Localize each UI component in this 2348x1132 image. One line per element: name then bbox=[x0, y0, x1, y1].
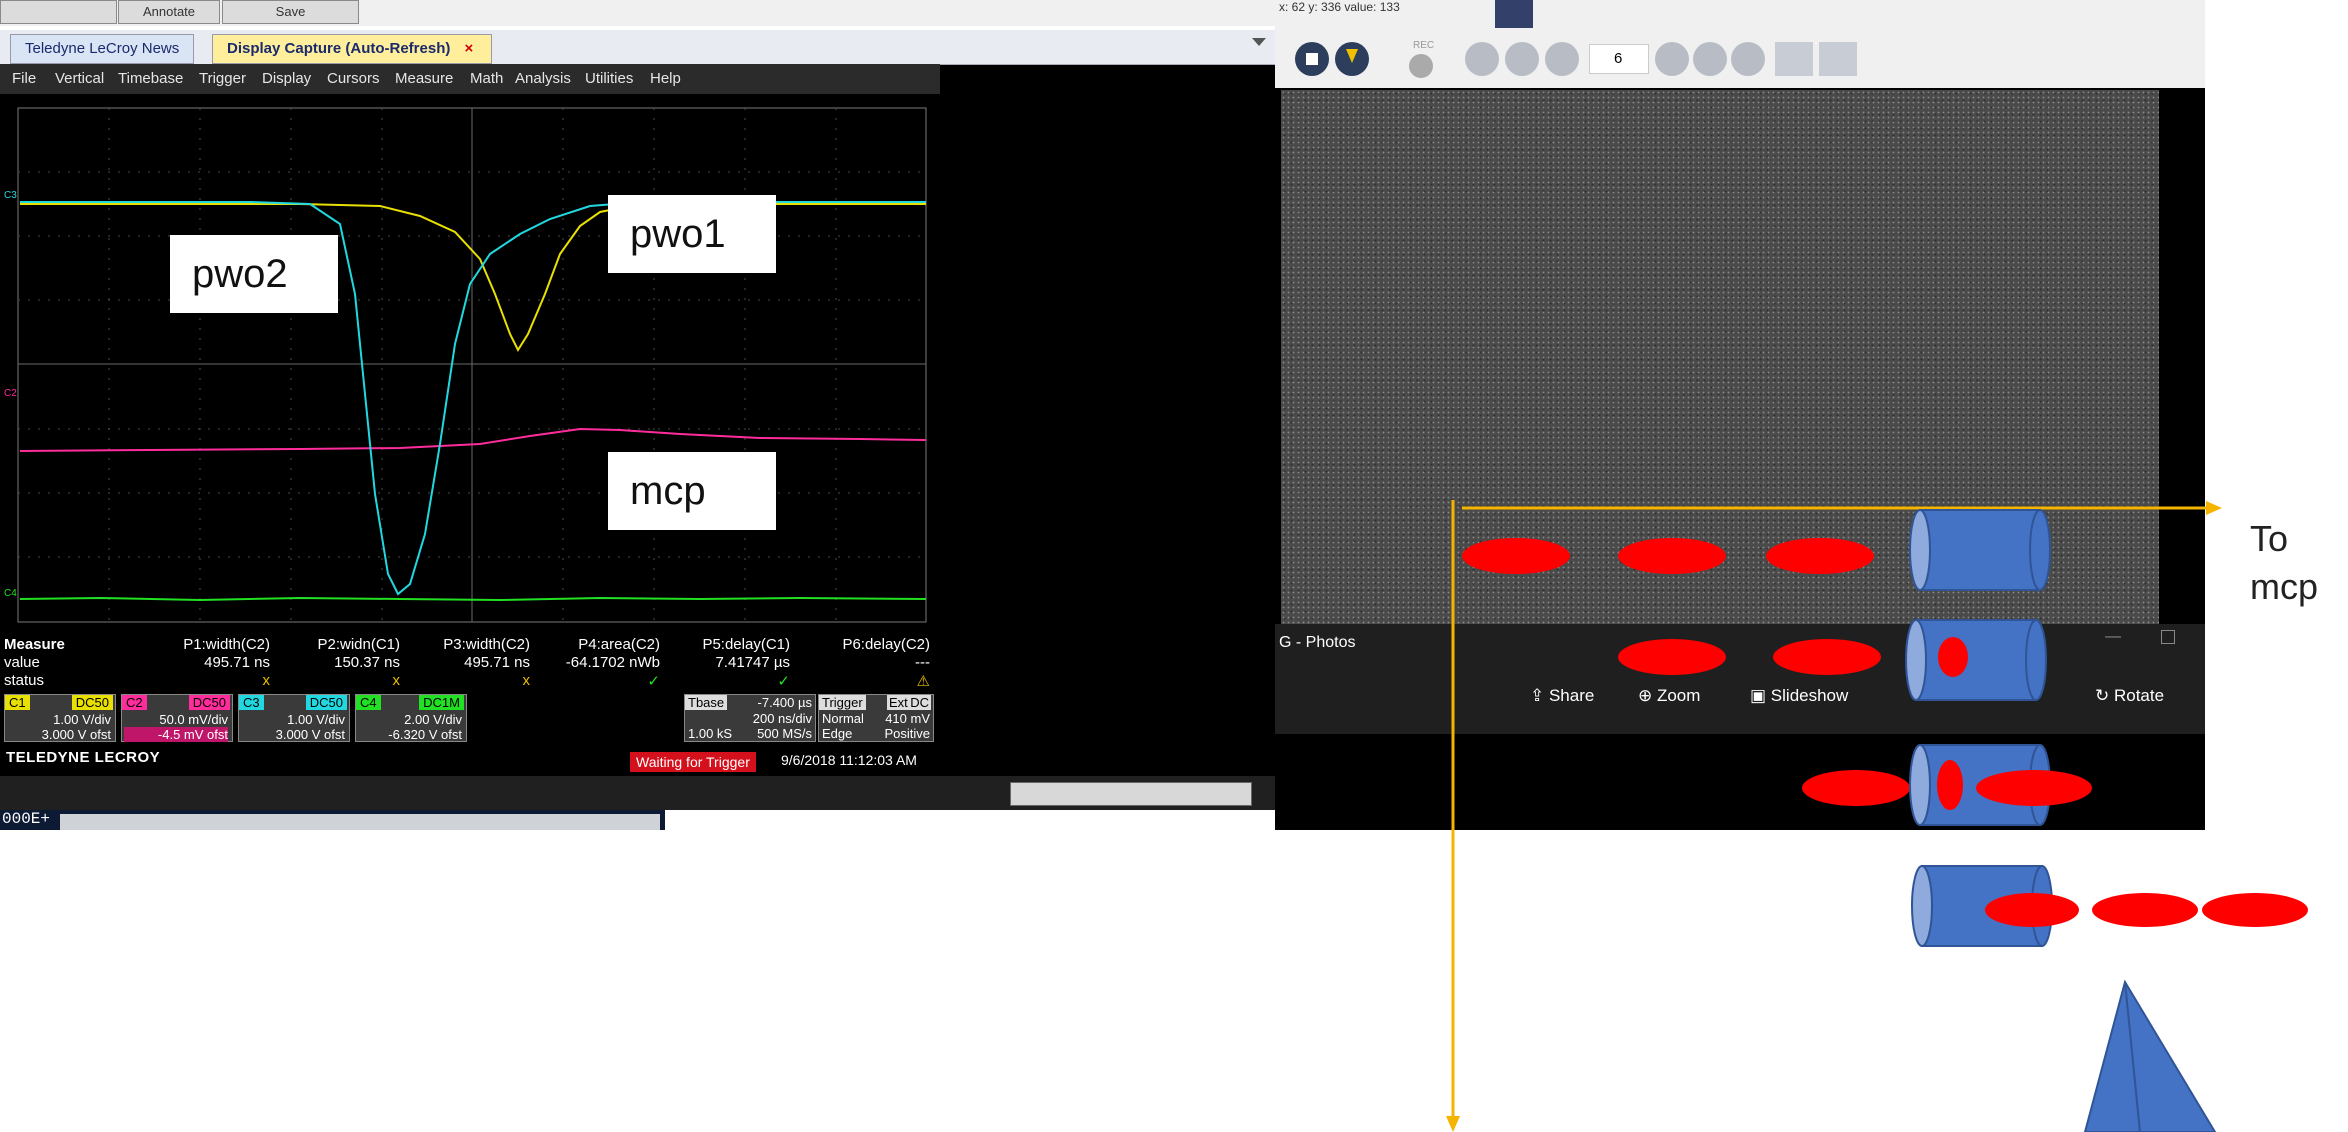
cylinder-1 bbox=[1909, 509, 2051, 591]
arrow-head-right bbox=[2206, 501, 2222, 515]
to-label: To bbox=[2250, 518, 2289, 559]
beam-diagram-overlay bbox=[1446, 500, 2308, 1132]
particle-ellipse bbox=[1462, 538, 1570, 574]
to-mcp-annotation: To mcp bbox=[2250, 515, 2318, 611]
mcp-annotation-label: mcp bbox=[2250, 566, 2319, 607]
particle-ellipse bbox=[1802, 770, 1910, 806]
particle-ellipse bbox=[1618, 639, 1726, 675]
particle-ellipse bbox=[1976, 770, 2092, 806]
particle-ellipse bbox=[1985, 893, 2079, 927]
particle-ellipse bbox=[2092, 893, 2198, 927]
particle-ellipse bbox=[1766, 538, 1874, 574]
particle-ellipse bbox=[2202, 893, 2308, 927]
particle-ellipse bbox=[1773, 639, 1881, 675]
arrow-head-down bbox=[1446, 1116, 1460, 1132]
particle-ellipse bbox=[1618, 538, 1726, 574]
pyramid-shape bbox=[2083, 979, 2217, 1132]
cylinder-2 bbox=[1905, 619, 2047, 701]
